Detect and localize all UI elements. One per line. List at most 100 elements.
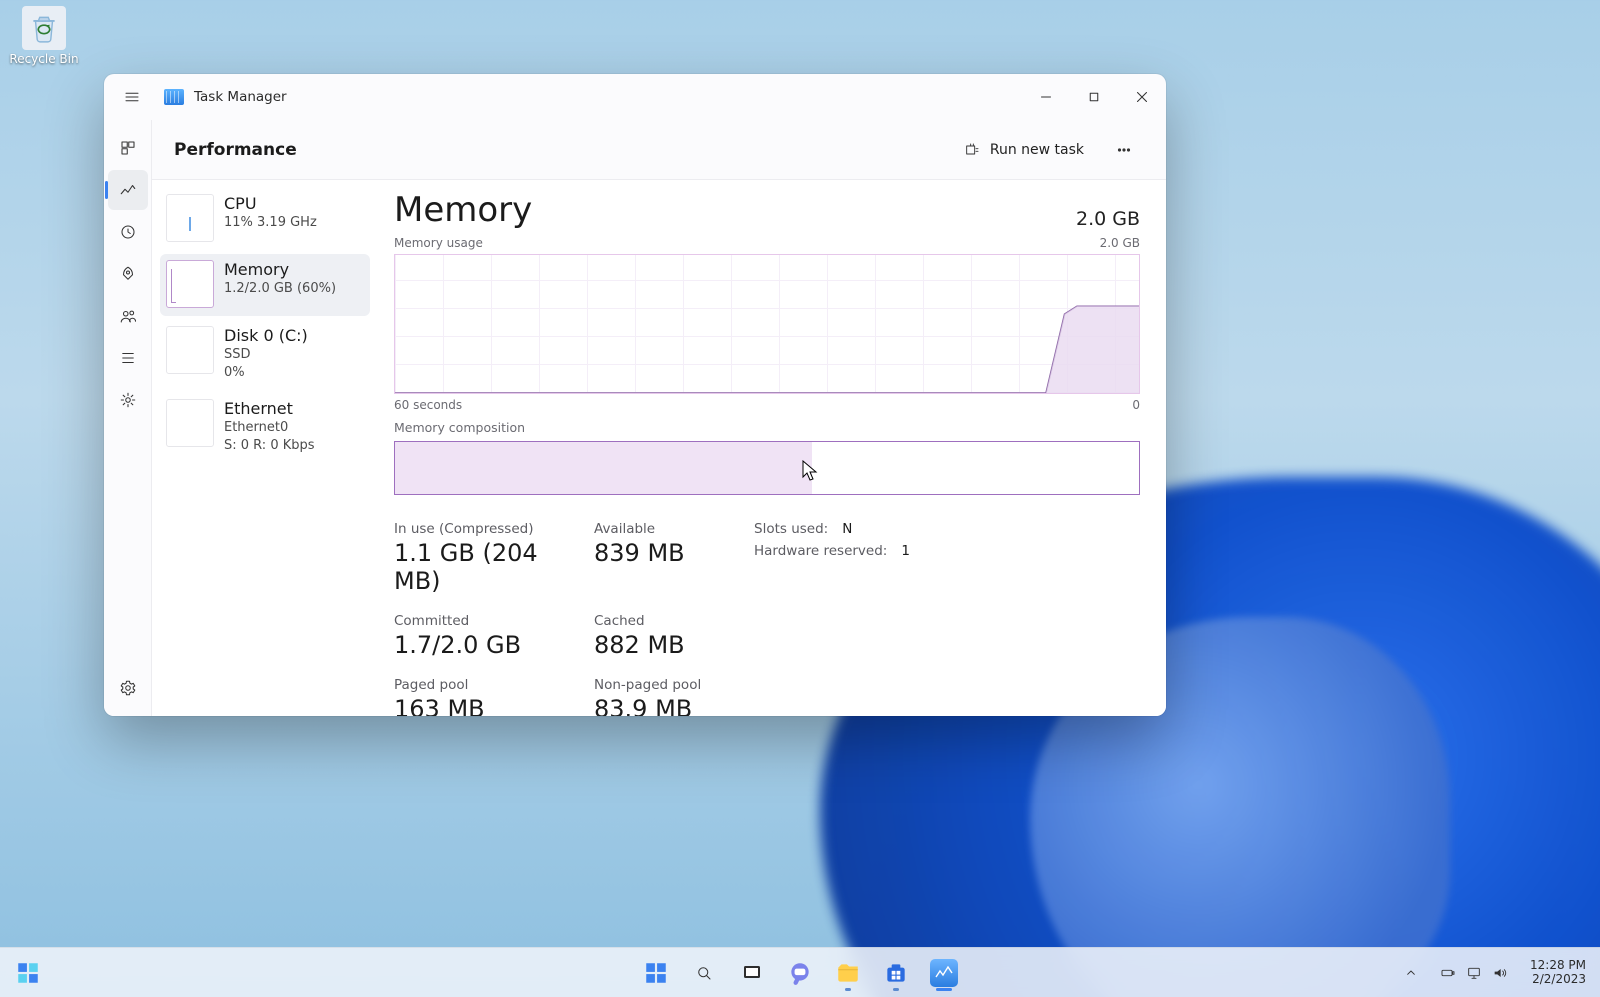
network-icon: [1466, 965, 1482, 981]
sidebar-item-users[interactable]: [108, 296, 148, 336]
memory-total: 2.0 GB: [1076, 208, 1140, 230]
resource-list: CPU 11% 3.19 GHz Memory 1.2/2.0 GB (60%): [152, 180, 378, 716]
task-manager-taskbar-button[interactable]: [922, 951, 966, 995]
sidebar: [104, 120, 152, 716]
chart-y-max: 2.0 GB: [1100, 236, 1140, 250]
ethernet-thumb-icon: [166, 399, 214, 447]
file-explorer-button[interactable]: [826, 951, 870, 995]
taskbar-center: [634, 951, 966, 995]
clock-time: 12:28 PM: [1530, 959, 1586, 973]
run-task-icon: [964, 142, 980, 158]
resource-item-detail: 11% 3.19 GHz: [224, 214, 317, 232]
more-options-button[interactable]: [1104, 131, 1144, 169]
run-new-task-button[interactable]: Run new task: [950, 134, 1098, 166]
detail-title: Memory: [394, 190, 532, 230]
titlebar[interactable]: Task Manager: [104, 74, 1166, 120]
content-header: Performance Run new task: [152, 120, 1166, 180]
cached-label: Cached: [594, 613, 744, 629]
minimize-button[interactable]: [1022, 74, 1070, 120]
slots-label: Slots used:: [754, 521, 828, 537]
disk-thumb-icon: [166, 326, 214, 374]
close-button[interactable]: [1118, 74, 1166, 120]
resource-item-detail: 1.2/2.0 GB (60%): [224, 280, 336, 298]
clock-date: 2/2/2023: [1530, 973, 1586, 987]
in-use-label: In use (Compressed): [394, 521, 584, 537]
chart-y-label: Memory usage: [394, 236, 483, 250]
sidebar-item-performance[interactable]: [108, 170, 148, 210]
sidebar-item-services[interactable]: [108, 380, 148, 420]
resource-item-detail: SSD: [224, 346, 308, 364]
recycle-bin-label: Recycle Bin: [9, 52, 78, 66]
search-icon: [695, 964, 713, 982]
cpu-thumb-icon: [166, 194, 214, 242]
windows-logo-icon: [643, 960, 669, 986]
tray-overflow-button[interactable]: [1396, 951, 1426, 995]
detail-pane: Memory 2.0 GB Memory usage 2.0 GB: [378, 180, 1166, 716]
hw-reserved-value: 1: [901, 543, 910, 559]
resource-item-label: CPU: [224, 194, 317, 214]
task-view-button[interactable]: [730, 951, 774, 995]
resource-item-disk[interactable]: Disk 0 (C:) SSD 0%: [160, 320, 370, 389]
memory-composition-bar[interactable]: [394, 441, 1140, 495]
microsoft-store-button[interactable]: [874, 951, 918, 995]
resource-item-detail-2: 0%: [224, 364, 308, 382]
chart-x-right: 0: [1132, 398, 1140, 412]
slots-value: N: [842, 521, 852, 537]
resource-item-ethernet[interactable]: Ethernet Ethernet0 S: 0 R: 0 Kbps: [160, 393, 370, 462]
app-title: Task Manager: [194, 89, 287, 105]
resource-item-detail: Ethernet0: [224, 419, 315, 437]
paged-value: 163 MB: [394, 695, 584, 716]
sidebar-item-app-history[interactable]: [108, 212, 148, 252]
chat-icon: [787, 960, 813, 986]
resource-item-memory[interactable]: Memory 1.2/2.0 GB (60%): [160, 254, 370, 316]
taskbar[interactable]: 12:28 PM 2/2/2023: [0, 947, 1600, 997]
maximize-button[interactable]: [1070, 74, 1118, 120]
cached-value: 882 MB: [594, 631, 744, 659]
hw-reserved-label: Hardware reserved:: [754, 543, 887, 559]
nonpaged-value: 83.9 MB: [594, 695, 744, 716]
sidebar-item-settings[interactable]: [108, 668, 148, 708]
store-icon: [883, 960, 909, 986]
memory-stats: In use (Compressed) 1.1 GB (204 MB) Avai…: [394, 521, 1140, 716]
widgets-icon: [15, 960, 41, 986]
composition-label: Memory composition: [394, 420, 1140, 435]
resource-item-cpu[interactable]: CPU 11% 3.19 GHz: [160, 188, 370, 250]
run-new-task-label: Run new task: [990, 142, 1084, 158]
sidebar-item-startup-apps[interactable]: [108, 254, 148, 294]
task-manager-window: Task Manager: [104, 74, 1166, 716]
recycle-bin[interactable]: Recycle Bin: [6, 6, 82, 66]
sidebar-item-processes[interactable]: [108, 128, 148, 168]
resource-item-label: Ethernet: [224, 399, 315, 419]
available-value: 839 MB: [594, 539, 744, 567]
battery-icon: [1440, 965, 1456, 981]
resource-item-label: Disk 0 (C:): [224, 326, 308, 346]
nav-toggle-button[interactable]: [114, 79, 150, 115]
chevron-up-icon: [1403, 965, 1419, 981]
chat-button[interactable]: [778, 951, 822, 995]
task-manager-icon: [930, 959, 958, 987]
sidebar-item-details[interactable]: [108, 338, 148, 378]
widgets-button[interactable]: [6, 951, 50, 995]
available-label: Available: [594, 521, 744, 537]
search-button[interactable]: [682, 951, 726, 995]
app-icon: [164, 89, 184, 105]
nonpaged-label: Non-paged pool: [594, 677, 744, 693]
paged-label: Paged pool: [394, 677, 584, 693]
taskbar-right: 12:28 PM 2/2/2023: [1396, 948, 1594, 997]
composition-used-segment: [395, 442, 812, 494]
task-view-icon: [740, 961, 764, 985]
memory-usage-chart[interactable]: [394, 254, 1140, 394]
recycle-bin-icon: [22, 6, 66, 50]
clock[interactable]: 12:28 PM 2/2/2023: [1522, 959, 1594, 987]
more-icon: [1115, 141, 1133, 159]
resource-item-label: Memory: [224, 260, 336, 280]
start-button[interactable]: [634, 951, 678, 995]
system-tray[interactable]: [1432, 965, 1516, 981]
page-title: Performance: [174, 140, 297, 160]
committed-label: Committed: [394, 613, 584, 629]
chart-x-left: 60 seconds: [394, 398, 462, 412]
resource-item-detail-2: S: 0 R: 0 Kbps: [224, 437, 315, 455]
folder-icon: [835, 960, 861, 986]
volume-icon: [1492, 965, 1508, 981]
in-use-value: 1.1 GB (204 MB): [394, 539, 584, 595]
